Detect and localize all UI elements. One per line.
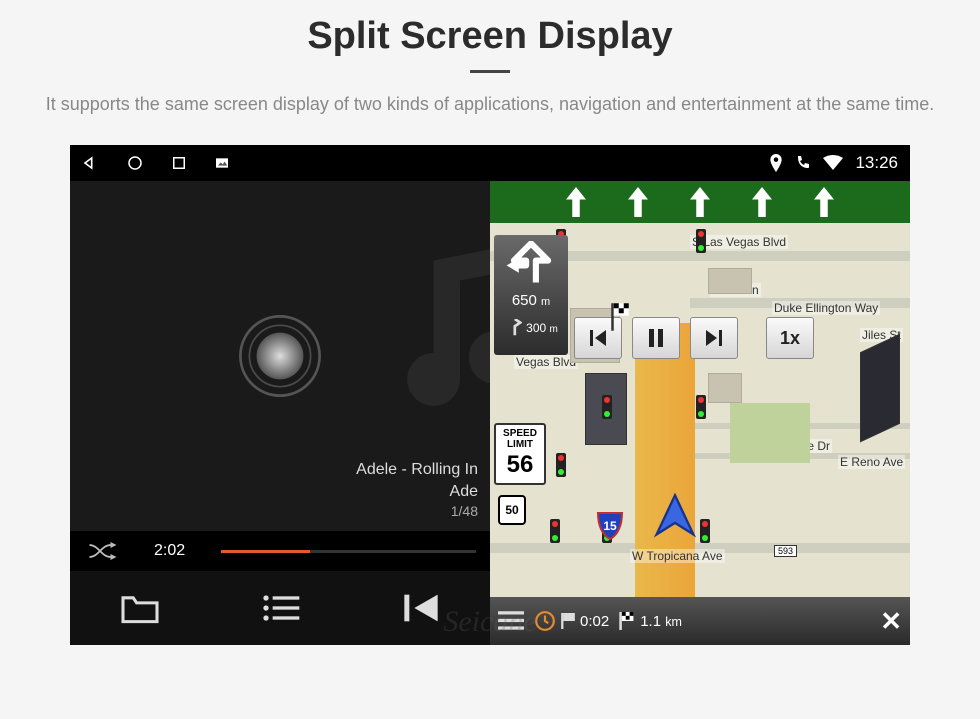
folder-icon[interactable] (119, 591, 161, 625)
track-artist: Ade (356, 481, 478, 503)
street-label: Duke Ellington Way (772, 301, 880, 315)
device-screen: Adele - Rolling In Ade 1/48 2:02 (70, 145, 910, 645)
map-building (708, 268, 752, 294)
map-speed-button[interactable]: 1x (766, 317, 814, 359)
status-bar: 13:26 (490, 145, 910, 181)
nav-bottom-bar: 0:02 1.1 km ✕ (490, 597, 910, 645)
speed-limit-sign: SPEED LIMIT 56 (494, 423, 546, 485)
music-panel: Adele - Rolling In Ade 1/48 2:02 (70, 145, 490, 645)
traffic-light-icon (696, 395, 706, 419)
title-underline (470, 70, 510, 73)
lane-arrow-icon (566, 186, 586, 218)
traffic-light-icon (550, 519, 560, 543)
map-pause-button[interactable] (632, 317, 680, 359)
progress-row: 2:02 (70, 531, 490, 571)
map-next-button[interactable] (690, 317, 738, 359)
dist-to-dest: 1.1 km (619, 612, 682, 630)
lane-guidance (490, 181, 910, 223)
destination-flag-icon (610, 303, 630, 331)
mini-flag-icon (561, 613, 575, 629)
traffic-light-icon (556, 453, 566, 477)
map-park (730, 403, 810, 463)
back-icon[interactable] (80, 153, 100, 173)
progress-fill (221, 550, 310, 553)
prev-track-icon[interactable] (401, 591, 441, 625)
lane-arrow-icon (752, 186, 772, 218)
shuffle-icon[interactable] (88, 539, 118, 563)
street-label: Vegas Blvd (514, 355, 578, 369)
track-title: Adele - Rolling In (356, 459, 478, 481)
wifi-icon (823, 155, 843, 171)
recent-icon[interactable] (170, 154, 188, 172)
menu-icon[interactable] (498, 611, 524, 631)
turn-instruction[interactable]: 650 m 300 m (494, 235, 568, 355)
play-button[interactable] (235, 311, 325, 401)
lane-arrow-icon (814, 186, 834, 218)
street-label: W Tropicana Ave (630, 549, 725, 563)
traffic-light-icon (700, 519, 710, 543)
mini-flag-icon (619, 612, 635, 630)
clock-dest-icon (534, 610, 556, 632)
clock: 13:26 (855, 153, 898, 173)
traffic-light-icon (696, 229, 706, 253)
current-position-icon (652, 493, 698, 539)
music-bottom-bar (70, 571, 490, 645)
map-building (860, 334, 900, 443)
street-label: E Reno Ave (838, 455, 905, 469)
progress-track[interactable] (221, 550, 476, 553)
exit-label: 593 (774, 545, 797, 557)
next-turn: 300 m (504, 319, 558, 337)
time-to-dest: 0:02 (534, 610, 609, 632)
picture-icon[interactable] (214, 155, 230, 171)
album-art: Adele - Rolling In Ade 1/48 (70, 181, 490, 531)
page-title: Split Screen Display (0, 15, 980, 58)
highway-shield: 50 (498, 495, 526, 525)
traffic-light-icon (602, 395, 612, 419)
map[interactable]: S Las Vegas Blvd Koval Ln Duke Ellington… (490, 223, 910, 597)
turn-distance: 650 m (512, 292, 550, 309)
nav-panel: 13:26 S Las Vegas Blvd Koval Ln Duke El (490, 145, 910, 645)
music-area: Adele - Rolling In Ade 1/48 2:02 (70, 181, 490, 645)
track-index: 1/48 (356, 502, 478, 521)
home-icon[interactable] (126, 154, 144, 172)
playlist-icon[interactable] (260, 593, 302, 623)
lane-arrow-icon (690, 186, 710, 218)
phone-icon (795, 155, 811, 171)
track-meta: Adele - Rolling In Ade 1/48 (356, 459, 478, 521)
location-icon (769, 154, 783, 172)
interstate-shield: 15 (596, 511, 624, 541)
lane-arrow-icon (628, 186, 648, 218)
map-building (708, 373, 742, 403)
elapsed-time: 2:02 (154, 542, 185, 560)
close-button[interactable]: ✕ (880, 606, 902, 637)
page-subtitle: It supports the same screen display of t… (40, 91, 940, 117)
android-navbar (70, 145, 490, 181)
